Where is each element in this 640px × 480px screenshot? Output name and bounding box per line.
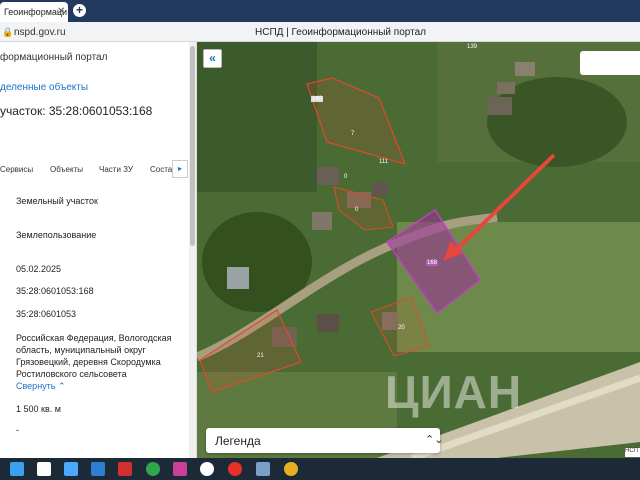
parcel-label: 140 — [311, 96, 324, 102]
legend-label: Легенда — [215, 434, 261, 448]
cian-watermark: ЦИАН — [385, 366, 523, 418]
map-corner-tag: НСП — [625, 448, 640, 457]
show-less-link[interactable]: Свернуть ⌃ — [16, 381, 66, 392]
parcel-label: 0 — [344, 174, 348, 180]
legend-dropdown[interactable]: Легенда ⌃⌄ — [206, 428, 444, 453]
field-type: Земельный участок — [16, 196, 98, 206]
portal-header: формационный портал — [0, 52, 108, 63]
parcel-title: участок: 35:28:0601053:168 — [0, 104, 153, 118]
tab-objects[interactable]: Объекты — [50, 165, 83, 174]
scrollbar-thumb[interactable] — [190, 46, 195, 246]
tab-parts[interactable]: Части ЗУ — [99, 165, 133, 174]
new-tab-button[interactable]: + — [73, 4, 86, 17]
field-date: 05.02.2025 — [16, 264, 62, 274]
app-icon[interactable] — [118, 462, 132, 476]
url-field[interactable]: nspd.gov.ru — [14, 27, 66, 38]
field-area: 1 500 кв. м — [16, 404, 61, 414]
field-cadastral-number: 35:28:0601053:168 — [16, 286, 94, 296]
map-search-input[interactable] — [580, 51, 640, 75]
yandex-browser-icon[interactable] — [200, 462, 214, 476]
tab-composition[interactable]: Соста — [150, 165, 172, 174]
show-less-label: Свернуть — [16, 381, 56, 391]
windows-start-icon[interactable] — [10, 462, 24, 476]
check-icon[interactable] — [146, 462, 160, 476]
field-address: Российская Федерация, Вологодская област… — [16, 333, 172, 379]
parcel-label: 139 — [467, 44, 478, 50]
task-view-icon[interactable] — [64, 462, 78, 476]
field-quarter: 35:28:0601053 — [16, 309, 77, 319]
chevron-updown-icon: ⌃⌄ — [425, 434, 444, 446]
lock-icon: 🔒 — [2, 27, 14, 37]
windows-taskbar — [0, 458, 640, 480]
selected-objects-link[interactable]: деленные объекты — [0, 82, 88, 93]
collapse-panel-icon[interactable]: « — [203, 49, 222, 68]
parcel-label: 168 — [426, 260, 439, 266]
parcel-label: 0 — [355, 207, 359, 213]
mail-icon[interactable] — [91, 462, 105, 476]
close-tab-icon[interactable]: ✕ — [57, 6, 65, 17]
search-icon[interactable] — [37, 462, 51, 476]
browser-tab-bar: Геоинформаци ✕ + — [0, 0, 640, 22]
camera-icon[interactable] — [256, 462, 270, 476]
parcel-label: 7 — [351, 131, 355, 137]
photos-icon[interactable] — [173, 462, 187, 476]
yandex-icon[interactable] — [228, 462, 242, 476]
sidebar-panel: формационный портал деленные объекты уча… — [0, 42, 197, 458]
page-title: НСПД | Геоинформационный портал — [255, 27, 426, 38]
info-tabs: Сервисы Объекты Части ЗУ Соста — [0, 163, 190, 177]
parcel-label: 20 — [398, 325, 405, 331]
satellite-map[interactable]: 140 7 111 168 20 21 139 0 0 ЦИАН « Леген… — [197, 42, 640, 458]
field-kind: Землепользование — [16, 230, 97, 240]
tab-services[interactable]: Сервисы — [0, 165, 33, 174]
parcel-label: 111 — [379, 159, 389, 165]
chrome-icon[interactable] — [284, 462, 298, 476]
parcel-label: 21 — [257, 353, 264, 359]
field-empty: - — [16, 425, 19, 435]
tabs-scroll-right-button[interactable]: ▸ — [172, 160, 188, 178]
sidebar-scrollbar[interactable] — [189, 42, 196, 458]
browser-tab[interactable]: Геоинформаци ✕ — [0, 2, 68, 22]
chevron-up-icon: ⌃ — [58, 381, 66, 391]
address-bar: 🔒 nspd.gov.ru НСПД | Геоинформационный п… — [0, 22, 640, 42]
